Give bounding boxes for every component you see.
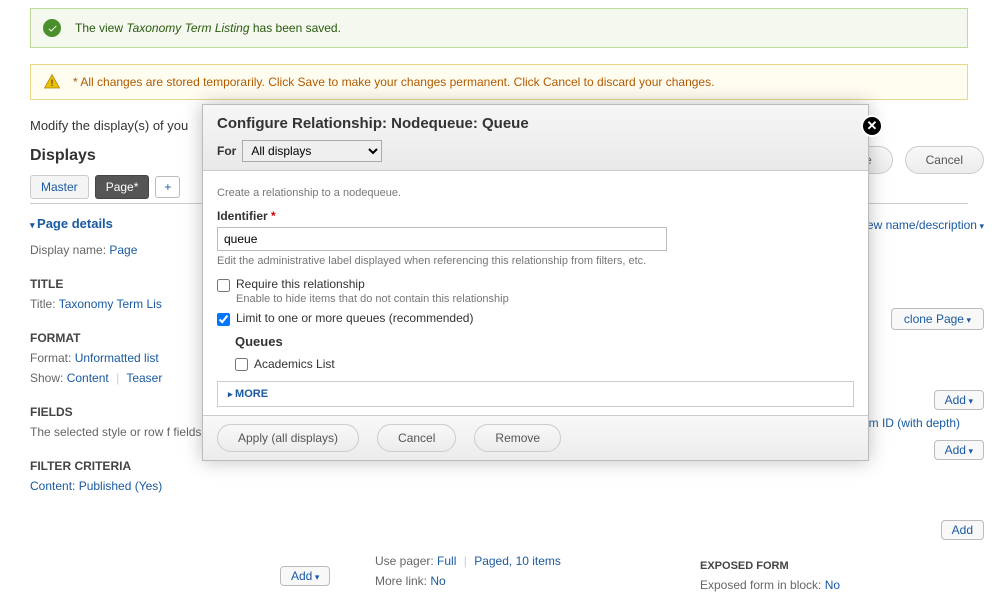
modal-hint: Create a relationship to a nodequeue. — [217, 187, 854, 199]
modal-title: Configure Relationship: Nodequeue: Queue — [217, 115, 854, 132]
filter-item[interactable]: Content: Published (Yes) — [30, 479, 968, 493]
add-button-3[interactable]: Add — [941, 520, 984, 540]
modal-footer: Apply (all displays) Cancel Remove — [203, 415, 868, 460]
show-content[interactable]: Content — [67, 371, 109, 385]
identifier-desc: Edit the administrative label displayed … — [217, 255, 854, 267]
more-link-label: More link: — [375, 574, 427, 588]
show-label: Show: — [30, 371, 63, 385]
warning-message: ! * All changes are stored temporarily. … — [30, 64, 968, 100]
close-icon[interactable]: ✕ — [861, 115, 883, 137]
for-row: For All displays — [217, 140, 854, 162]
add-button-2[interactable]: Add — [934, 440, 984, 460]
for-select[interactable]: All displays — [242, 140, 382, 162]
more-toggle[interactable]: MORE — [217, 381, 854, 407]
more-link-row: More link: No — [375, 574, 561, 588]
add-display-button[interactable]: + — [155, 176, 180, 198]
exposed-form-heading: EXPOSED FORM — [700, 560, 840, 572]
queue-label-academics: Academics List — [254, 357, 335, 371]
exposed-form-label: Exposed form in block: — [700, 578, 821, 592]
modal-header: Configure Relationship: Nodequeue: Queue… — [203, 105, 868, 171]
require-row: Require this relationship Enable to hide… — [217, 277, 854, 305]
tab-page[interactable]: Page* — [95, 175, 150, 199]
filter-heading: FILTER CRITERIA — [30, 459, 131, 473]
more-link-value[interactable]: No — [430, 574, 445, 588]
edit-view-name-link[interactable]: view name/description — [858, 218, 984, 232]
require-checkbox[interactable] — [217, 279, 230, 292]
for-label: For — [217, 144, 236, 158]
modal-body: Create a relationship to a nodequeue. Id… — [203, 171, 868, 415]
status-message: The view Taxonomy Term Listing has been … — [30, 8, 968, 48]
status-view-name: Taxonomy Term Listing — [126, 21, 249, 35]
title-label: Title: — [30, 297, 56, 311]
configure-relationship-modal: ✕ Configure Relationship: Nodequeue: Que… — [202, 104, 869, 461]
warning-prefix: * — [73, 75, 78, 89]
identifier-label: Identifier * — [217, 209, 854, 223]
format-value[interactable]: Unformatted list — [75, 351, 159, 365]
require-label: Require this relationship — [236, 277, 509, 291]
cancel-button[interactable]: Cancel — [905, 146, 984, 174]
display-name-label: Display name: — [30, 243, 106, 257]
pager-section: Use pager: Full | Paged, 10 items More l… — [375, 554, 561, 588]
queues-heading: Queues — [235, 334, 854, 349]
use-pager-label: Use pager: — [375, 554, 434, 568]
separator: | — [460, 554, 471, 568]
tab-master[interactable]: Master — [30, 175, 89, 199]
modal-cancel-button[interactable]: Cancel — [377, 424, 456, 452]
status-text: The view Taxonomy Term Listing has been … — [75, 21, 341, 35]
use-pager-row: Use pager: Full | Paged, 10 items — [375, 554, 561, 568]
use-pager-full[interactable]: Full — [437, 554, 456, 568]
svg-text:!: ! — [51, 78, 54, 88]
exposed-form-value[interactable]: No — [825, 578, 840, 592]
use-pager-paged[interactable]: Paged, 10 items — [474, 554, 561, 568]
display-name-value[interactable]: Page — [109, 243, 137, 257]
warning-text: * All changes are stored temporarily. Cl… — [73, 75, 714, 89]
identifier-label-text: Identifier — [217, 209, 268, 223]
queue-row: Academics List — [235, 357, 854, 371]
status-prefix: The view — [75, 21, 126, 35]
format-label: Format: — [30, 351, 71, 365]
apply-button[interactable]: Apply (all displays) — [217, 424, 359, 452]
limit-row: Limit to one or more queues (recommended… — [217, 311, 854, 326]
add-button-1[interactable]: Add — [934, 390, 984, 410]
queues-section: Queues Academics List — [235, 334, 854, 371]
filter-published[interactable]: Content: Published (Yes) — [30, 479, 162, 493]
queue-checkbox-academics[interactable] — [235, 358, 248, 371]
check-icon — [43, 19, 61, 37]
separator: | — [112, 371, 123, 385]
remove-button[interactable]: Remove — [474, 424, 561, 452]
show-teaser[interactable]: Teaser — [126, 371, 162, 385]
exposed-form-row: Exposed form in block: No — [700, 578, 840, 592]
clone-page-button[interactable]: clone Page — [891, 308, 984, 330]
status-suffix: has been saved. — [250, 21, 341, 35]
exposed-form-section: EXPOSED FORM Exposed form in block: No — [700, 560, 840, 592]
required-marker: * — [271, 209, 276, 223]
limit-label: Limit to one or more queues (recommended… — [236, 311, 473, 325]
require-desc: Enable to hide items that do not contain… — [236, 293, 509, 305]
warning-body: All changes are stored temporarily. Clic… — [80, 75, 714, 89]
title-value[interactable]: Taxonomy Term Lis — [59, 297, 162, 311]
warning-icon: ! — [43, 73, 61, 91]
limit-checkbox[interactable] — [217, 313, 230, 326]
identifier-input[interactable] — [217, 227, 667, 251]
term-id-link[interactable]: term ID (with depth) — [855, 416, 960, 430]
filter-add-button[interactable]: Add — [280, 566, 330, 586]
